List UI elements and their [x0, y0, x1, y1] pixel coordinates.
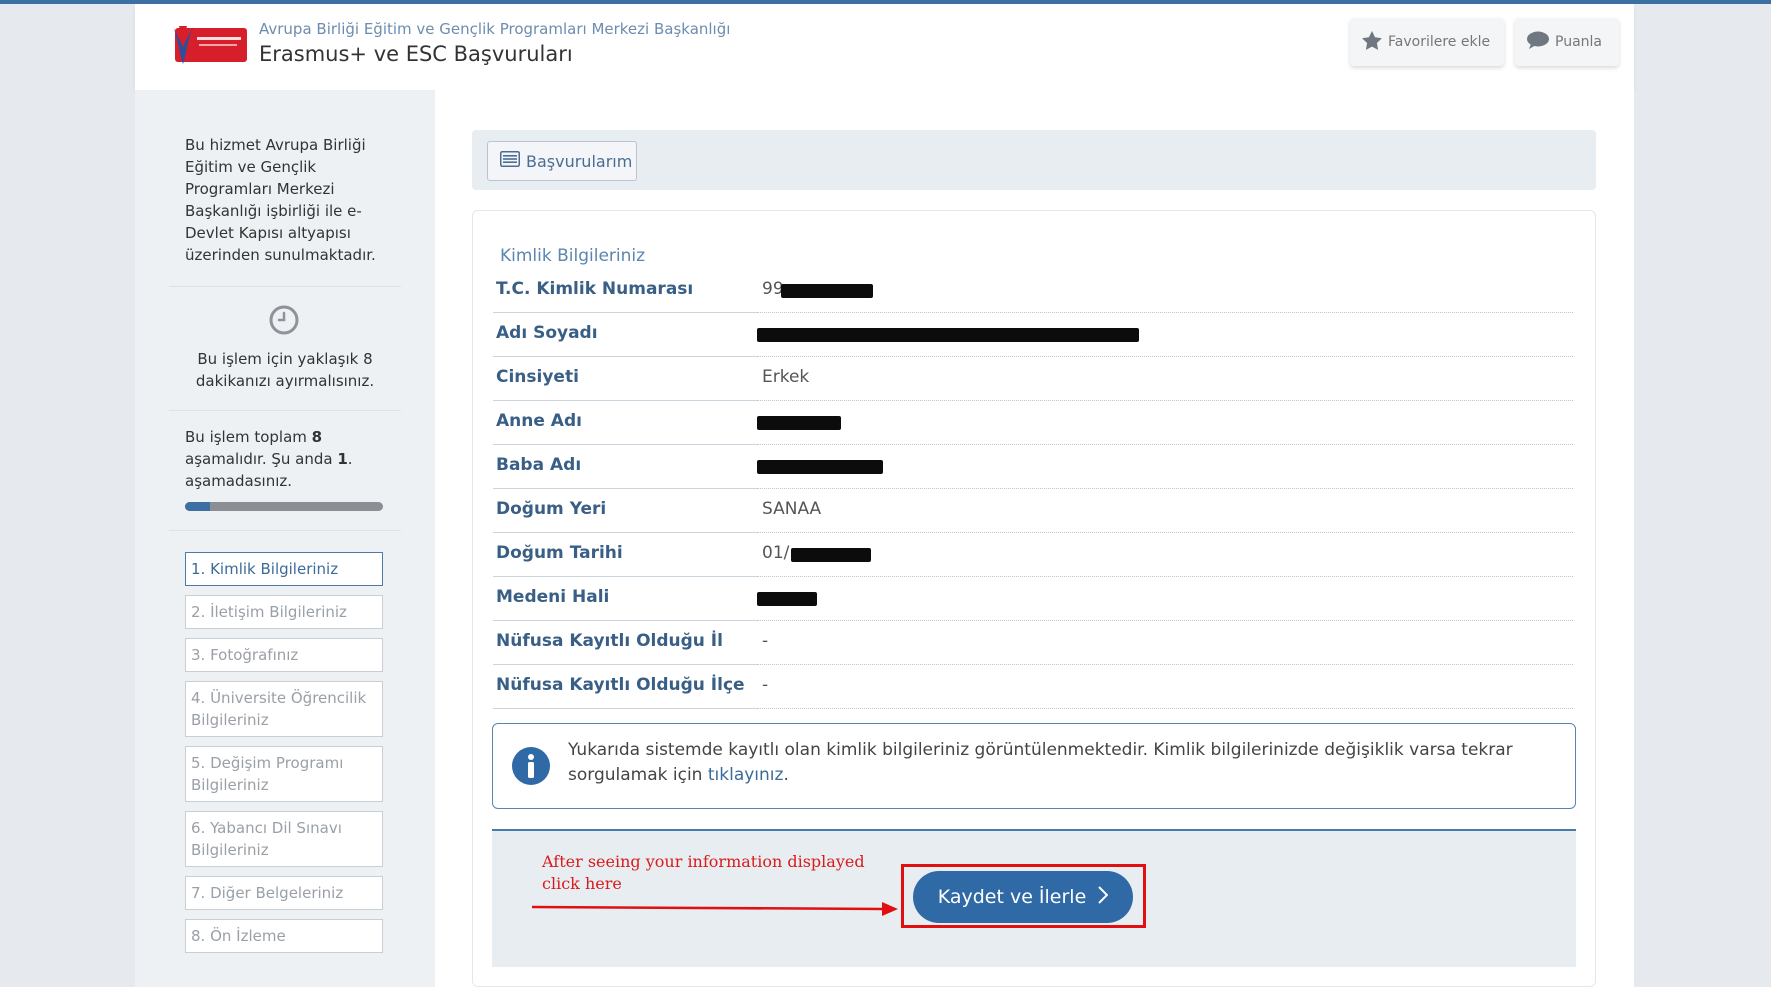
right-margin — [1634, 4, 1771, 987]
row-value: 99 — [757, 269, 1573, 313]
star-icon — [1362, 30, 1388, 54]
requery-link[interactable]: tıklayınız — [708, 765, 784, 785]
row-value-text: 01/ — [762, 543, 790, 563]
row-value-text: Erkek — [762, 367, 810, 387]
step-item[interactable]: 7. Diğer Belgeleriniz — [185, 876, 383, 910]
row-label: Medeni Hali — [493, 577, 757, 621]
step-current: 1 — [337, 450, 348, 468]
annotation-text: After seeing your information displayed … — [542, 852, 865, 893]
rate-label: Puanla — [1555, 34, 1602, 50]
row-label: Cinsiyeti — [493, 357, 757, 401]
row-label: Doğum Tarihi — [493, 533, 757, 577]
estimated-time: Bu işlem için yaklaşık 8 dakikanızı ayır… — [195, 350, 375, 390]
row-value — [757, 577, 1573, 621]
info-row: Cinsiyeti Erkek — [493, 357, 1573, 401]
redaction-mark — [757, 416, 841, 430]
page: Avrupa Birliği Eğitim ve Gençlik Program… — [135, 4, 1634, 987]
step-status-text: aşamalıdır. Şu anda — [185, 450, 338, 468]
step-status-text: Bu işlem toplam — [185, 428, 312, 446]
step-item[interactable]: 3. Fotoğrafınız — [185, 638, 383, 672]
main-content: Başvurularım Kimlik Bilgileriniz T.C. Ki… — [435, 90, 1634, 987]
row-label: T.C. Kimlik Numarası — [493, 269, 757, 313]
row-value: SANAA — [757, 489, 1573, 533]
clock-icon — [268, 304, 300, 340]
favorite-label: Favorilere ekle — [1388, 34, 1491, 50]
info-text: Yukarıda sistemde kayıtlı olan kimlik bi… — [568, 738, 1548, 788]
row-label: Baba Adı — [493, 445, 757, 489]
row-label: Doğum Yeri — [493, 489, 757, 533]
applications-label: Başvurularım — [526, 151, 633, 171]
redaction-mark — [791, 548, 871, 562]
applications-button[interactable]: Başvurularım — [487, 141, 637, 181]
step-total: 8 — [311, 428, 323, 446]
toolbar: Başvurularım — [472, 130, 1596, 190]
row-value-text: - — [762, 675, 769, 695]
row-value-text: - — [762, 631, 769, 651]
left-margin — [0, 4, 135, 987]
progress-bar — [185, 502, 383, 511]
row-value: 01/ — [757, 533, 1573, 577]
info-message-end: . — [783, 765, 789, 785]
step-item[interactable]: 2. İletişim Bilgileriniz — [185, 595, 383, 629]
info-row: Nüfusa Kayıtlı Olduğu İl - — [493, 621, 1573, 665]
row-label: Anne Adı — [493, 401, 757, 445]
redaction-mark — [757, 592, 817, 606]
service-description: Bu hizmet Avrupa Birliği Eğitim ve Gençl… — [185, 136, 376, 264]
save-label: Kaydet ve İlerle — [937, 886, 1087, 908]
step-item[interactable]: 4. Üniversite Öğrencilik Bilgileriniz — [185, 681, 383, 737]
header: Avrupa Birliği Eğitim ve Gençlik Program… — [135, 4, 1634, 90]
info-row: Anne Adı — [493, 401, 1573, 445]
list-icon — [500, 151, 526, 171]
info-icon — [511, 746, 551, 790]
logo — [169, 22, 249, 66]
step-item[interactable]: 8. Ön İzleme — [185, 919, 383, 953]
chat-icon — [1527, 31, 1555, 53]
step-item[interactable]: 1. Kimlik Bilgileriniz — [185, 552, 383, 586]
row-value — [757, 401, 1573, 445]
row-value: - — [757, 621, 1573, 665]
redaction-mark — [757, 460, 883, 474]
info-row: Baba Adı — [493, 445, 1573, 489]
favorite-button[interactable]: Favorilere ekle — [1350, 18, 1504, 66]
step-item[interactable]: 5. Değişim Programı Bilgileriniz — [185, 746, 383, 802]
annotation-arrow — [531, 897, 902, 921]
step-status: Bu işlem toplam 8 aşamalıdır. Şu anda 1.… — [185, 426, 385, 492]
form-footer: After seeing your information displayed … — [492, 829, 1576, 967]
info-row: Doğum Tarihi 01/ — [493, 533, 1573, 577]
step-item[interactable]: 6. Yabancı Dil Sınavı Bilgileriniz — [185, 811, 383, 867]
save-and-continue-button[interactable]: Kaydet ve İlerle — [913, 871, 1133, 923]
row-value-text: SANAA — [762, 499, 822, 519]
row-label: Nüfusa Kayıtlı Olduğu İl — [493, 621, 757, 665]
row-label: Nüfusa Kayıtlı Olduğu İlçe — [493, 665, 757, 709]
info-row: Doğum Yeri SANAA — [493, 489, 1573, 533]
sidebar-divider — [169, 530, 401, 531]
row-label: Adı Soyadı — [493, 313, 757, 357]
info-row: Adı Soyadı — [493, 313, 1573, 357]
info-row: T.C. Kimlik Numarası 99 — [493, 269, 1573, 313]
rate-button[interactable]: Puanla — [1515, 18, 1619, 66]
info-row: Nüfusa Kayıtlı Olduğu İlçe - — [493, 665, 1573, 709]
row-value: Erkek — [757, 357, 1573, 401]
progress-fill — [185, 502, 210, 511]
row-value: - — [757, 665, 1573, 709]
info-row: Medeni Hali — [493, 577, 1573, 621]
identity-card: Kimlik Bilgileriniz T.C. Kimlik Numarası… — [472, 210, 1596, 987]
redaction-mark — [781, 284, 873, 298]
section-title: Kimlik Bilgileriniz — [500, 246, 646, 266]
info-box: Yukarıda sistemde kayıtlı olan kimlik bi… — [492, 723, 1576, 809]
organization-name: Avrupa Birliği Eğitim ve Gençlik Program… — [259, 20, 731, 38]
sidebar-divider — [169, 410, 401, 411]
page-title: Erasmus+ ve ESC Başvuruları — [259, 42, 573, 66]
sidebar-divider — [169, 286, 401, 287]
redaction-mark — [757, 328, 1139, 342]
chevron-right-icon — [1086, 885, 1109, 909]
sidebar: Bu hizmet Avrupa Birliği Eğitim ve Gençl… — [135, 90, 435, 987]
